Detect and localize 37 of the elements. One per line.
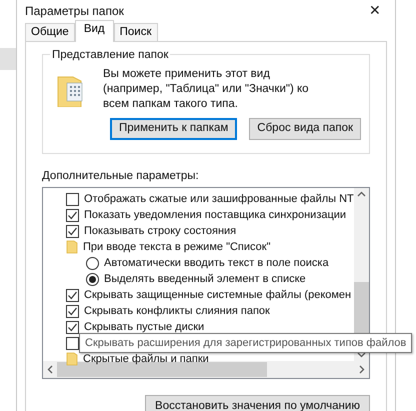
section-label: Дополнительные параметры: (42, 169, 200, 184)
close-button[interactable]: ✕ (365, 0, 385, 21)
apply-button[interactable]: Сброс вида папок (249, 118, 362, 140)
option-label: Скрывать защищенные системные файлы (рекомен (84, 288, 352, 303)
option-label: Скрывать конфликты слияния папок (84, 304, 270, 319)
option-label: Скрывать пустые диски (84, 320, 204, 335)
option-label: При вводе текста в режиме "Список" (83, 240, 270, 255)
tab[interactable]: Общие (25, 23, 75, 41)
checkbox[interactable] (66, 288, 79, 302)
background-panel (0, 48, 16, 70)
scroll-up-icon[interactable] (356, 191, 366, 198)
option-label: Выделять введенный элемент в списке (104, 272, 306, 287)
radio-button[interactable] (86, 272, 99, 286)
tab[interactable]: Вид (74, 20, 114, 42)
scroll-left-icon[interactable] (47, 365, 53, 374)
option-label: Автоматически вводить текст в поле поиска (104, 256, 329, 271)
tab[interactable]: Поиск (114, 23, 158, 41)
description-text: Вы можете применить этот вид (например, "Таблица" или "Значки") ко всем папкам такого типа. (103, 67, 310, 112)
option-label: Показать уведомления поставщика синхронизации (84, 208, 346, 223)
option-label: Отображать сжатые или зашифрованные файлы NT (84, 192, 354, 207)
window-title: Параметры папок (25, 2, 124, 20)
checkbox[interactable] (66, 320, 79, 334)
apply-button[interactable]: Применить к папкам (110, 118, 238, 140)
checkbox[interactable] (66, 192, 79, 206)
scroll-down-icon[interactable] (356, 352, 366, 358)
folder-icon (66, 240, 78, 254)
checkbox[interactable] (66, 224, 79, 238)
checkbox[interactable] (66, 304, 79, 318)
checkbox[interactable] (66, 336, 79, 350)
checkbox[interactable] (66, 208, 79, 222)
option-label: Скрытые файлы и папки (83, 352, 209, 367)
radio-button[interactable] (86, 256, 99, 270)
tooltip: Скрывать расширения для зарегистрированных типов файлов (79, 333, 412, 354)
folder-view-icon (57, 75, 85, 107)
folder-icon (66, 352, 78, 366)
option-label: Показывать строку состояния (84, 224, 236, 239)
scroll-right-icon[interactable] (359, 365, 365, 374)
